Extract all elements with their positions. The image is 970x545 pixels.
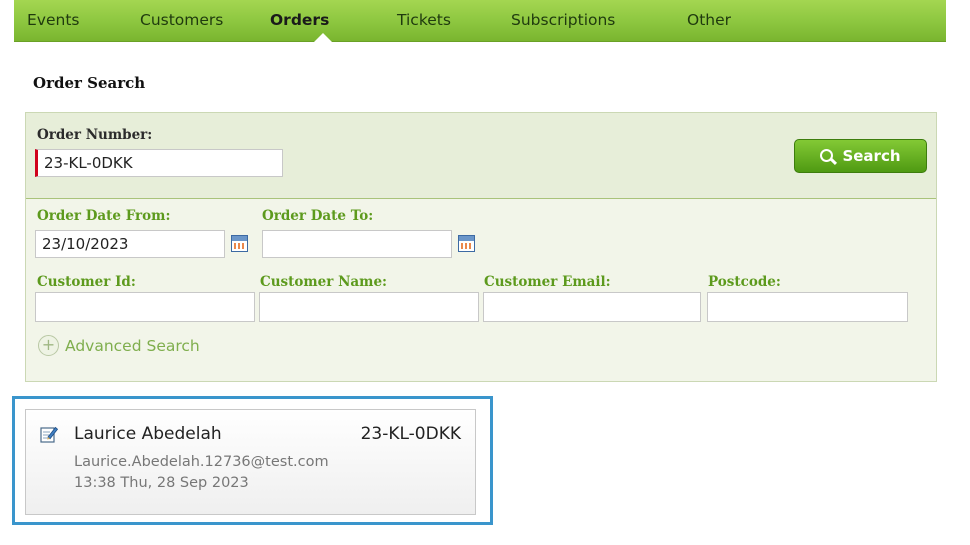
edit-note-icon bbox=[40, 426, 58, 443]
calendar-icon[interactable] bbox=[458, 235, 475, 252]
result-customer-email: Laurice.Abedelah.12736@test.com bbox=[74, 454, 329, 470]
result-customer-name: Laurice Abedelah bbox=[74, 424, 222, 444]
result-timestamp: 13:38 Thu, 28 Sep 2023 bbox=[74, 475, 249, 491]
customer-id-label: Customer Id: bbox=[37, 274, 136, 290]
customer-email-input[interactable] bbox=[483, 292, 701, 322]
search-button[interactable]: Search bbox=[794, 139, 927, 173]
postcode-input[interactable] bbox=[707, 292, 908, 322]
customer-name-label: Customer Name: bbox=[260, 274, 388, 290]
customer-id-input[interactable] bbox=[35, 292, 255, 322]
advanced-search-label: Advanced Search bbox=[65, 336, 200, 355]
advanced-search-toggle[interactable]: + Advanced Search bbox=[38, 335, 200, 356]
plus-circle-icon: + bbox=[38, 335, 59, 356]
order-date-from-label: Order Date From: bbox=[37, 208, 171, 224]
order-number-input[interactable] bbox=[35, 149, 283, 177]
order-date-from-input[interactable] bbox=[35, 230, 225, 258]
order-number-section: Order Number: Search bbox=[26, 113, 936, 199]
nav-tab-events[interactable]: Events bbox=[27, 0, 79, 41]
search-panel: Order Number: Search Order Date From: Or… bbox=[25, 112, 937, 382]
calendar-icon[interactable] bbox=[231, 235, 248, 252]
nav-tab-subscriptions[interactable]: Subscriptions bbox=[511, 0, 615, 41]
nav-tab-tickets[interactable]: Tickets bbox=[397, 0, 451, 41]
order-date-to-label: Order Date To: bbox=[262, 208, 374, 224]
page-title: Order Search bbox=[33, 74, 146, 92]
magnifier-icon bbox=[820, 148, 835, 164]
active-tab-pointer bbox=[314, 33, 332, 42]
result-order-number: 23-KL-0DKK bbox=[360, 424, 461, 444]
customer-email-label: Customer Email: bbox=[484, 274, 611, 290]
top-nav: Events Customers Orders Tickets Subscrip… bbox=[14, 0, 946, 42]
customer-name-input[interactable] bbox=[259, 292, 479, 322]
search-button-label: Search bbox=[842, 147, 901, 165]
order-date-to-input[interactable] bbox=[262, 230, 452, 258]
postcode-label: Postcode: bbox=[708, 274, 781, 290]
nav-tab-customers[interactable]: Customers bbox=[140, 0, 223, 41]
nav-tab-other[interactable]: Other bbox=[687, 0, 731, 41]
order-number-label: Order Number: bbox=[37, 127, 153, 143]
order-result-card[interactable]: Laurice Abedelah 23-KL-0DKK Laurice.Abed… bbox=[25, 409, 476, 515]
